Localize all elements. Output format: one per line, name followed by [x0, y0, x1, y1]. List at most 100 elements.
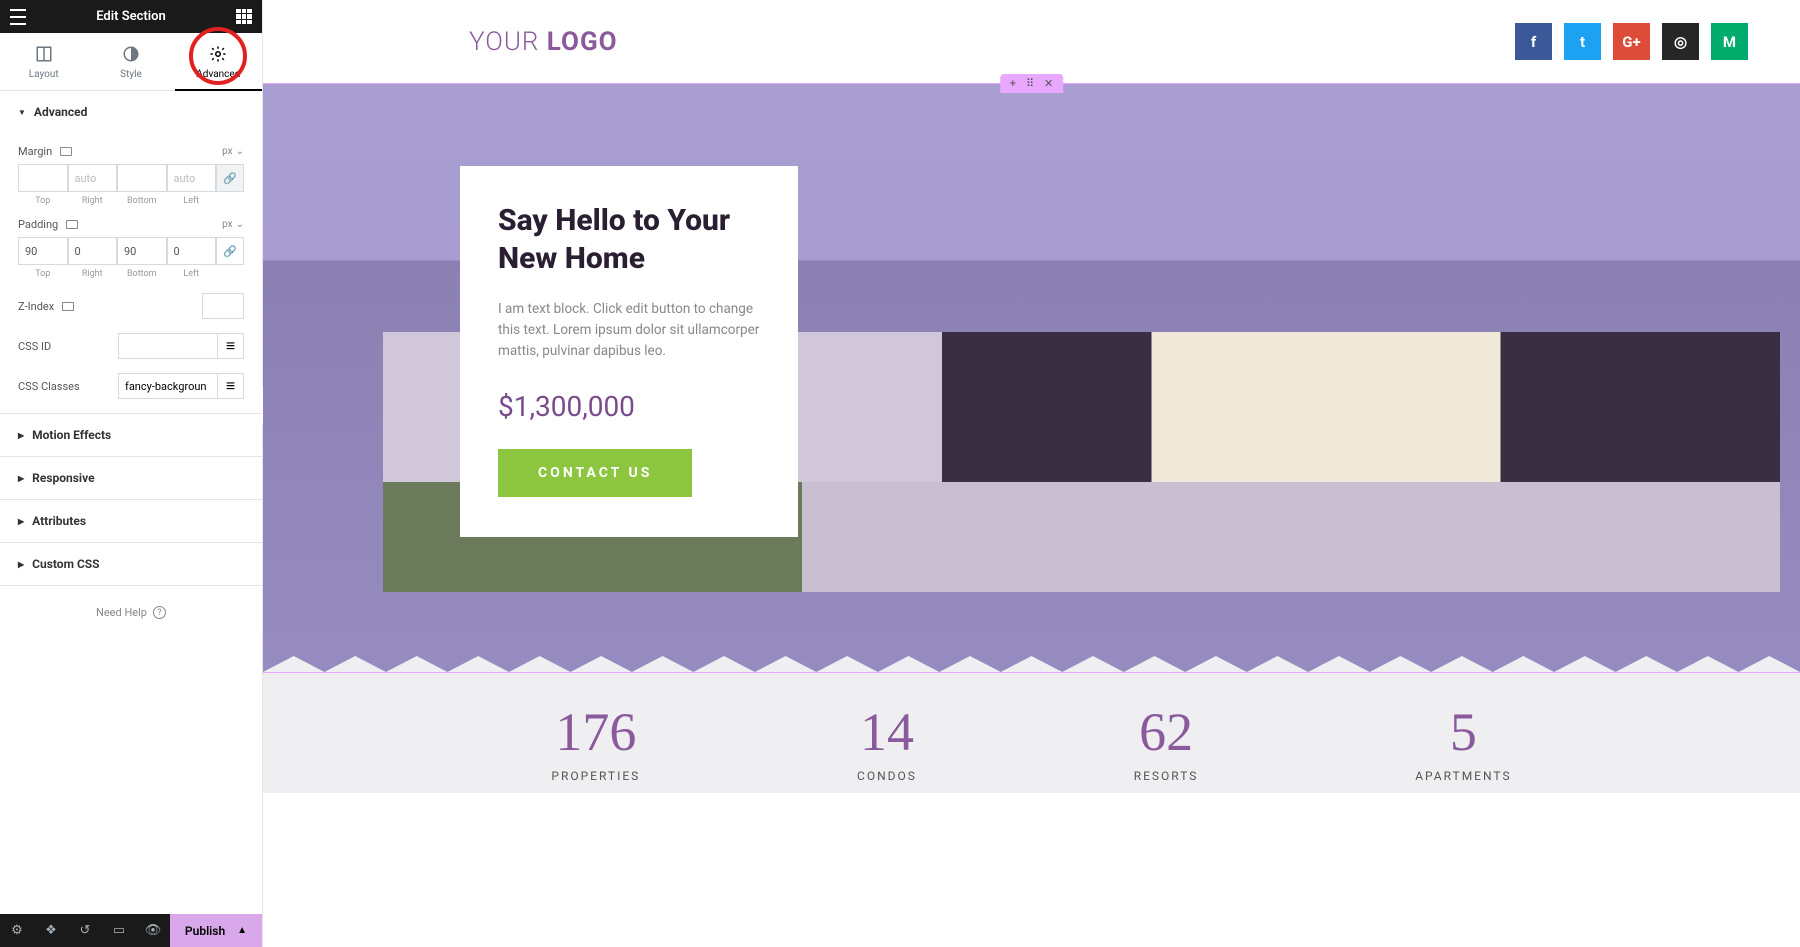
add-section-button[interactable]: + — [1010, 77, 1016, 90]
cssclasses-input[interactable] — [118, 373, 218, 399]
section-title: Responsive — [32, 471, 94, 485]
preview-canvas: YOUR LOGO ftG+◎M + ⠿ ✕ Say Hello to Your… — [263, 0, 1800, 947]
section-title: Attributes — [32, 514, 86, 528]
hero-card: Say Hello to Your New Home I am text blo… — [460, 166, 798, 537]
hero-price[interactable]: $1,300,000 — [498, 390, 760, 423]
device-icon[interactable] — [62, 302, 74, 311]
margin-label: Margin — [18, 145, 52, 158]
lbl-top: Top — [18, 196, 68, 206]
unit-select[interactable]: px⌄ — [222, 146, 244, 157]
link-values-button[interactable]: 🔗 — [216, 164, 244, 192]
padding-bottom-input[interactable] — [117, 237, 167, 265]
social-twitter[interactable]: t — [1564, 23, 1601, 60]
margin-right-input[interactable] — [68, 164, 118, 192]
section-advanced: ▼ Advanced Margin px⌄ Top Right Bottom L… — [0, 91, 262, 414]
stat-item: 62 RESORTS — [1134, 701, 1199, 783]
section-toggle-customcss[interactable]: ▶Custom CSS — [0, 543, 262, 585]
dynamic-button[interactable]: ≡ — [218, 333, 244, 359]
stat-label: APARTMENTS — [1415, 769, 1511, 783]
social-instagram[interactable]: ◎ — [1662, 23, 1699, 60]
stat-item: 176PROPERTIES — [551, 701, 640, 783]
cssclasses-row: CSS Classes ≡ — [18, 373, 244, 399]
cssid-input[interactable] — [118, 333, 218, 359]
tab-style[interactable]: Style — [87, 33, 174, 90]
stat-label: CONDOS — [857, 769, 917, 783]
link-values-button[interactable]: 🔗 — [216, 237, 244, 265]
hero-section[interactable]: + ⠿ ✕ Say Hello to Your New Home I am te… — [263, 83, 1800, 673]
hero-title[interactable]: Say Hello to Your New Home — [498, 202, 760, 277]
lbl-top: Top — [18, 269, 68, 279]
tab-label: Layout — [29, 69, 59, 80]
settings-button[interactable]: ⚙ — [0, 914, 34, 947]
stat-number: 176 — [551, 701, 640, 763]
zindex-input[interactable] — [202, 293, 244, 319]
apps-icon[interactable] — [236, 9, 252, 25]
padding-inputs: Top Right Bottom Left 🔗 — [18, 237, 244, 279]
section-toggle-motion[interactable]: ▶Motion Effects — [0, 414, 262, 456]
section-attributes: ▶ Attributes — [0, 500, 262, 543]
stats-section: 176PROPERTIES 14 CONDOS 62 RESORTS 5 APARTMENT… — [263, 673, 1800, 793]
lbl-bottom: Bottom — [117, 269, 167, 279]
stat-label: RESORTS — [1134, 769, 1199, 783]
page-header: YOUR LOGO ftG+◎M — [263, 0, 1800, 83]
section-title: Motion Effects — [32, 428, 111, 442]
link-icon: 🔗 — [223, 172, 237, 185]
cssid-row: CSS ID ≡ — [18, 333, 244, 359]
caret-right-icon: ▶ — [18, 517, 24, 526]
section-toggle-advanced[interactable]: ▼ Advanced — [0, 91, 262, 133]
caret-down-icon: ▼ — [18, 108, 26, 117]
panel-tabs: Layout Style Advanced — [0, 33, 262, 91]
history-icon: ↺ — [80, 923, 91, 938]
chevron-up-icon: ▲ — [237, 925, 247, 936]
style-icon — [122, 45, 140, 63]
margin-left-input[interactable] — [167, 164, 217, 192]
help-link[interactable]: Need Help? — [0, 586, 262, 639]
hero-text[interactable]: I am text block. Click edit button to ch… — [498, 299, 760, 362]
stat-item: 5 APARTMENTS — [1415, 701, 1511, 783]
lbl-right: Right — [68, 269, 118, 279]
gear-icon: ⚙ — [11, 923, 23, 938]
padding-left-input[interactable] — [167, 237, 217, 265]
caret-right-icon: ▶ — [18, 560, 24, 569]
responsive-button[interactable]: ▭ — [102, 914, 136, 947]
stat-number: 5 — [1415, 701, 1511, 763]
database-icon: ≡ — [226, 376, 235, 396]
stat-number: 14 — [857, 701, 917, 763]
tab-label: Advanced — [196, 69, 240, 80]
padding-right-input[interactable] — [68, 237, 118, 265]
section-motion: ▶Motion Effects — [0, 414, 262, 457]
margin-top-input[interactable] — [18, 164, 68, 192]
preview-button[interactable]: 👁 — [136, 914, 170, 947]
device-icon[interactable] — [66, 220, 78, 229]
contact-button[interactable]: CONTACT US — [498, 449, 692, 497]
panel-title: Edit Section — [26, 9, 236, 24]
drag-handle[interactable]: ⠿ — [1026, 77, 1034, 90]
bottom-toolbar: ⚙ ❖ ↺ ▭ 👁 Publish▲ — [0, 914, 262, 947]
tab-advanced[interactable]: Advanced — [175, 33, 262, 90]
tab-label: Style — [120, 69, 142, 80]
dynamic-button[interactable]: ≡ — [218, 373, 244, 399]
tab-layout[interactable]: Layout — [0, 33, 87, 90]
chevron-down-icon: ⌄ — [236, 219, 244, 230]
history-button[interactable]: ↺ — [68, 914, 102, 947]
lbl-left: Left — [167, 196, 217, 206]
device-icon[interactable] — [60, 147, 72, 156]
delete-section-button[interactable]: ✕ — [1044, 77, 1053, 90]
publish-button[interactable]: Publish▲ — [170, 914, 262, 947]
layout-icon — [35, 45, 53, 63]
social-facebook[interactable]: f — [1515, 23, 1552, 60]
social-google[interactable]: G+ — [1613, 23, 1650, 60]
margin-bottom-input[interactable] — [117, 164, 167, 192]
unit-select[interactable]: px⌄ — [222, 219, 244, 230]
padding-row: Padding px⌄ — [18, 218, 244, 231]
section-title: Advanced — [34, 105, 87, 119]
section-responsive: ▶Responsive — [0, 457, 262, 500]
section-toggle-responsive[interactable]: ▶Responsive — [0, 457, 262, 499]
menu-icon[interactable] — [10, 9, 26, 25]
help-icon: ? — [153, 606, 166, 619]
stat-number: 62 — [1134, 701, 1199, 763]
navigator-button[interactable]: ❖ — [34, 914, 68, 947]
padding-top-input[interactable] — [18, 237, 68, 265]
social-medium[interactable]: M — [1711, 23, 1748, 60]
section-toggle-attributes[interactable]: ▶ Attributes — [0, 500, 262, 542]
